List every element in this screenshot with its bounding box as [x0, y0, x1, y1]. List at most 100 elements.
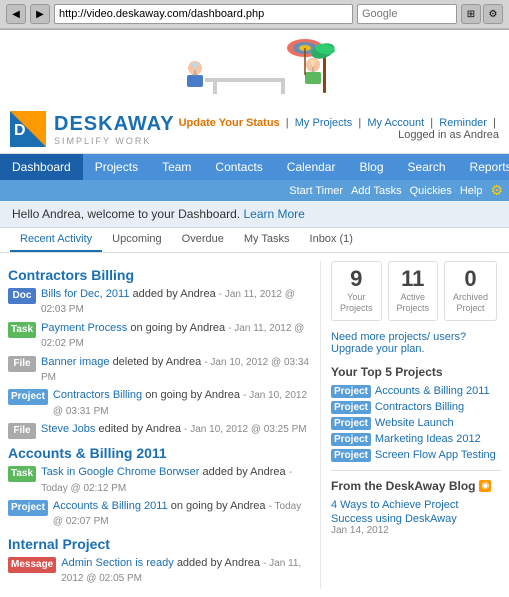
badge-project: Project: [8, 500, 48, 516]
list-item: Task Task in Google Chrome Borwser added…: [8, 465, 310, 496]
activity-link[interactable]: Task in Google Chrome Borwser: [41, 466, 199, 478]
badge-project: Project: [331, 385, 371, 398]
badge-project: Project: [331, 417, 371, 430]
blog-post-link[interactable]: 4 Ways to Achieve Project Success using …: [331, 499, 458, 525]
nav-item-search[interactable]: Search: [396, 154, 458, 180]
address-bar[interactable]: [54, 4, 353, 24]
project-link[interactable]: Marketing Ideas 2012: [375, 433, 481, 445]
help-link[interactable]: Help: [460, 185, 483, 197]
reminder-link[interactable]: Reminder: [439, 117, 487, 129]
settings-gear-icon[interactable]: ⚙: [490, 182, 503, 199]
activity-link[interactable]: Steve Jobs: [41, 423, 95, 435]
my-account-link[interactable]: My Account: [367, 117, 424, 129]
nav-item-calendar[interactable]: Calendar: [275, 154, 348, 180]
project-link[interactable]: Contractors Billing: [375, 401, 464, 413]
left-panel: Contractors Billing Doc Bills for Dec, 2…: [8, 261, 321, 589]
stat-label-projects: YourProjects: [340, 292, 373, 314]
nav-item-contacts[interactable]: Contacts: [203, 154, 274, 180]
upgrade-link[interactable]: Need more projects/ users? Upgrade your …: [331, 331, 466, 355]
activity-link[interactable]: Payment Process: [41, 322, 127, 334]
logo-icon: D: [10, 111, 46, 147]
add-tasks-link[interactable]: Add Tasks: [351, 185, 402, 197]
activity-text: Task in Google Chrome Borwser added by A…: [41, 465, 310, 496]
activity-action: on going by Andrea: [130, 322, 225, 334]
update-status-link[interactable]: Update Your Status: [179, 117, 280, 129]
badge-task: Task: [8, 466, 36, 482]
search-input[interactable]: [357, 4, 457, 24]
stat-number-active: 11: [397, 268, 430, 290]
sub-nav: Start Timer Add Tasks Quickies Help ⚙: [0, 180, 509, 201]
activity-text: Bills for Dec, 2011 added by Andrea - Ja…: [41, 287, 310, 318]
badge-task: Task: [8, 322, 36, 338]
list-item: Message Admin Section is ready added by …: [8, 556, 310, 587]
top-project-item: Project Marketing Ideas 2012: [331, 432, 501, 446]
project-link[interactable]: Accounts & Billing 2011: [375, 385, 490, 397]
quickies-link[interactable]: Quickies: [410, 185, 452, 197]
section-contractors-billing[interactable]: Contractors Billing: [8, 267, 310, 283]
illustration-bar: [0, 30, 509, 105]
project-link[interactable]: Website Launch: [375, 417, 454, 429]
nav-item-reports[interactable]: Reports: [458, 154, 509, 180]
list-item: Doc Bills for Dec, 2011 added by Andrea …: [8, 287, 310, 318]
tab-inbox[interactable]: Inbox (1): [300, 228, 363, 252]
logo-tagline: SIMPLIFY WORK: [54, 136, 175, 146]
activity-text: Contractors Billing on going by Andrea -…: [53, 388, 310, 419]
activity-link[interactable]: Bills for Dec, 2011: [41, 288, 129, 300]
activity-text: Banner image deleted by Andrea - Jan 10,…: [41, 355, 310, 386]
badge-project: Project: [331, 449, 371, 462]
back-button[interactable]: ◀: [6, 4, 26, 24]
my-projects-link[interactable]: My Projects: [295, 117, 352, 129]
badge-file: File: [8, 356, 36, 372]
page-button[interactable]: ⊞: [461, 4, 481, 24]
nav-item-dashboard[interactable]: Dashboard: [0, 154, 83, 180]
activity-text: Steve Jobs edited by Andrea - Jan 10, 20…: [41, 422, 307, 437]
activity-action: on going by Andrea: [145, 389, 240, 401]
tab-my-tasks[interactable]: My Tasks: [234, 228, 300, 252]
list-item: File Banner image deleted by Andrea - Ja…: [8, 355, 310, 386]
browser-chrome: ◀ ▶ ⊞ ⚙: [0, 0, 509, 30]
stat-your-projects: 9 YourProjects: [331, 261, 382, 321]
start-timer-link[interactable]: Start Timer: [289, 185, 343, 197]
activity-text: Admin Section is ready added by Andrea -…: [61, 556, 310, 587]
blog-title-row: From the DeskAway Blog ◉: [331, 479, 501, 493]
top-project-item: Project Website Launch: [331, 416, 501, 430]
tabs-bar: Recent Activity Upcoming Overdue My Task…: [0, 228, 509, 253]
welcome-bar: Hello Andrea, welcome to your Dashboard.…: [0, 201, 509, 228]
top-project-item: Project Accounts & Billing 2011: [331, 384, 501, 398]
browser-toolbar: ◀ ▶ ⊞ ⚙: [0, 0, 509, 29]
nav-item-blog[interactable]: Blog: [347, 154, 395, 180]
badge-message: Message: [8, 557, 56, 573]
activity-link[interactable]: Accounts & Billing 2011: [53, 500, 168, 512]
learn-more-link[interactable]: Learn More: [243, 207, 304, 221]
stat-archived: 0 ArchivedProject: [444, 261, 497, 321]
blog-post-date: Jan 14, 2012: [331, 525, 501, 536]
tab-overdue[interactable]: Overdue: [172, 228, 234, 252]
badge-project: Project: [8, 389, 48, 405]
activity-text: Payment Process on going by Andrea - Jan…: [41, 321, 310, 352]
blog-title: From the DeskAway Blog: [331, 479, 475, 493]
tab-upcoming[interactable]: Upcoming: [102, 228, 172, 252]
settings-button[interactable]: ⚙: [483, 4, 503, 24]
list-item: File Steve Jobs edited by Andrea - Jan 1…: [8, 422, 310, 439]
illustration-svg: [165, 33, 345, 103]
activity-link[interactable]: Banner image: [41, 356, 110, 368]
svg-text:D: D: [14, 122, 26, 139]
project-link[interactable]: Screen Flow App Testing: [375, 449, 496, 461]
blog-section: From the DeskAway Blog ◉ 4 Ways to Achie…: [331, 470, 501, 536]
section-internal-project[interactable]: Internal Project: [8, 536, 310, 552]
tab-recent-activity[interactable]: Recent Activity: [10, 228, 102, 252]
activity-action: added by Andrea: [177, 557, 260, 569]
nav-item-projects[interactable]: Projects: [83, 154, 150, 180]
activity-link[interactable]: Admin Section is ready: [61, 557, 174, 569]
section-accounts-billing[interactable]: Accounts & Billing 2011: [8, 445, 310, 461]
activity-link[interactable]: Contractors Billing: [53, 389, 142, 401]
badge-doc: Doc: [8, 288, 36, 304]
stat-number-archived: 0: [453, 268, 488, 290]
logged-in-text: Logged in as Andrea: [398, 129, 499, 141]
top-projects-title: Your Top 5 Projects: [331, 365, 501, 379]
stat-label-active: ActiveProjects: [397, 292, 430, 314]
nav-item-team[interactable]: Team: [150, 154, 203, 180]
activity-date: - Jan 10, 2012 @ 03:25 PM: [184, 424, 306, 435]
stat-label-archived: ArchivedProject: [453, 292, 488, 314]
forward-button[interactable]: ▶: [30, 4, 50, 24]
